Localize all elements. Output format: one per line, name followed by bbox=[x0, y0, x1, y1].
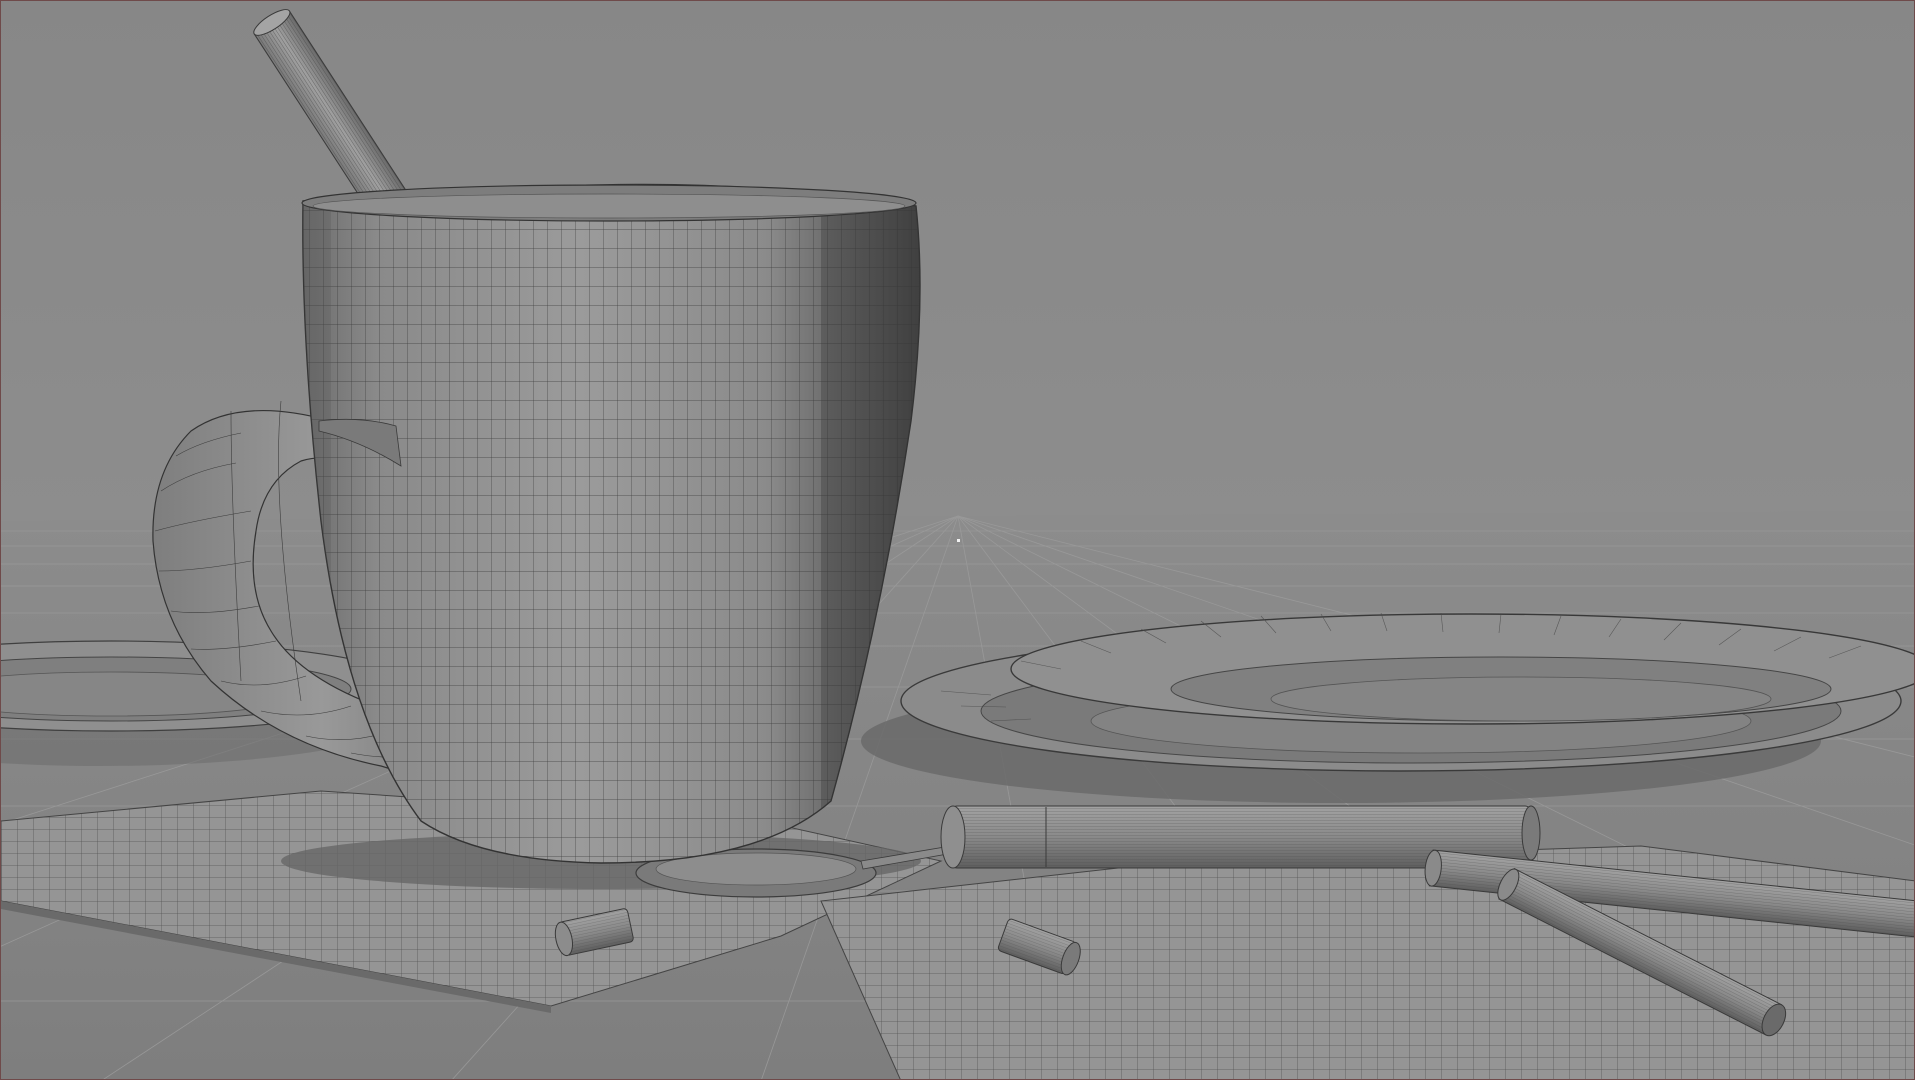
cursor-marker bbox=[957, 539, 960, 542]
viewport-3d[interactable] bbox=[0, 0, 1915, 1080]
